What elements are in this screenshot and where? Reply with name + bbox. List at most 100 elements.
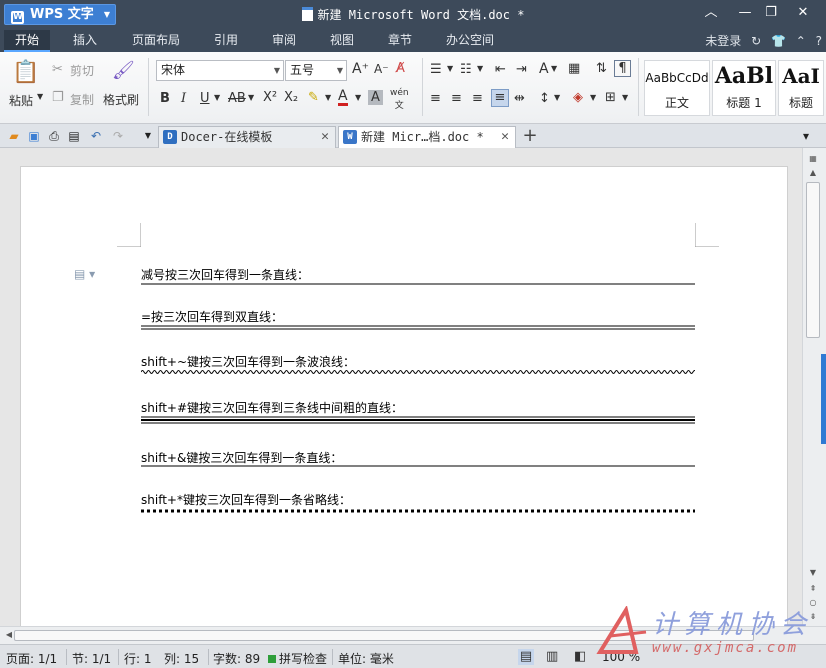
- align-left-icon[interactable]: ≡: [430, 91, 441, 106]
- tab-insert[interactable]: 插入: [62, 30, 108, 52]
- distribute-icon[interactable]: ⇹: [514, 91, 525, 106]
- bullet-list-icon[interactable]: ☰: [430, 62, 442, 77]
- tab-references[interactable]: 引用: [204, 30, 248, 52]
- status-page[interactable]: 页面: 1/1: [6, 650, 57, 667]
- tab-chapter[interactable]: 章节: [378, 30, 422, 52]
- tab-page-layout[interactable]: 页面布局: [122, 30, 190, 52]
- phonetic-icon[interactable]: wén 文: [390, 88, 409, 111]
- doc-line-1[interactable]: 减号按三次回车得到一条直线：: [141, 266, 309, 283]
- tab-review[interactable]: 审阅: [262, 30, 306, 52]
- style-title[interactable]: AaI 标题: [778, 60, 824, 116]
- underline-icon[interactable]: U: [200, 91, 210, 106]
- superscript-icon[interactable]: X²: [263, 90, 277, 105]
- numbered-dropdown-icon[interactable]: ▼: [477, 64, 483, 73]
- clear-format-icon[interactable]: A̸: [396, 61, 405, 76]
- format-painter-icon[interactable]: 🖌: [112, 60, 135, 84]
- login-link[interactable]: 未登录: [705, 32, 741, 49]
- cut-button[interactable]: 剪切: [70, 62, 94, 79]
- status-col[interactable]: 列: 15: [164, 650, 199, 667]
- tab-list-icon[interactable]: ▾: [798, 128, 814, 144]
- grow-font-icon[interactable]: A⁺: [352, 61, 369, 77]
- tab-start[interactable]: 开始: [4, 30, 50, 52]
- spell-check-button[interactable]: 拼写检查: [268, 650, 327, 667]
- split-view-icon[interactable]: ▦: [806, 154, 820, 166]
- help-button[interactable]: ?: [816, 34, 822, 48]
- table-icon[interactable]: ▦: [568, 61, 580, 76]
- status-section[interactable]: 节: 1/1: [72, 650, 111, 667]
- scroll-up-icon[interactable]: ▲: [806, 168, 820, 180]
- line-spacing-dropdown-icon[interactable]: ▼: [554, 93, 560, 102]
- increase-indent-icon[interactable]: ⇥: [516, 62, 527, 77]
- border-dropdown-icon[interactable]: ▼: [622, 93, 628, 102]
- doc-line-6[interactable]: shift+*键按三次回车得到一条省略线：: [141, 491, 351, 508]
- prev-page-icon[interactable]: ⇞: [806, 584, 820, 596]
- highlight-icon[interactable]: ✎: [308, 90, 319, 105]
- paragraph-handle-icon[interactable]: ▤ ▾: [74, 267, 95, 281]
- shirt-icon[interactable]: 👕: [771, 34, 786, 48]
- page-view-icon[interactable]: ▤: [518, 649, 534, 665]
- open-folder-icon[interactable]: ▰: [6, 128, 22, 144]
- paste-dropdown-icon[interactable]: ▼: [37, 92, 43, 101]
- shrink-font-icon[interactable]: A⁻: [374, 62, 389, 76]
- tab-office-space[interactable]: 办公空间: [436, 30, 504, 52]
- style-heading-1[interactable]: AaBl 标题 1: [712, 60, 776, 116]
- text-direction-dropdown-icon[interactable]: ▼: [551, 64, 557, 73]
- copy-button[interactable]: 复制: [70, 91, 94, 108]
- highlight-dropdown-icon[interactable]: ▼: [325, 93, 331, 102]
- tab-view[interactable]: 视图: [320, 30, 364, 52]
- status-row[interactable]: 行: 1: [124, 650, 152, 667]
- close-button[interactable]: ✕: [792, 3, 814, 23]
- line-spacing-icon[interactable]: ↕: [539, 91, 550, 106]
- align-right-icon[interactable]: ≡: [472, 91, 483, 106]
- restore-button[interactable]: ❐: [760, 3, 782, 23]
- new-tab-button[interactable]: +: [522, 127, 538, 145]
- show-marks-icon[interactable]: ¶: [614, 60, 631, 77]
- page[interactable]: ▤ ▾ 减号按三次回车得到一条直线： =按三次回车得到双直线： shift+~键…: [20, 166, 788, 626]
- vertical-scrollbar[interactable]: ▦ ▲ ▼ ⇞ ○ ⇟: [802, 148, 826, 626]
- strike-dropdown-icon[interactable]: ▼: [248, 93, 254, 102]
- font-name-select[interactable]: 宋体 ▼: [156, 60, 284, 81]
- vertical-scroll-thumb[interactable]: [806, 182, 820, 338]
- char-shading-icon[interactable]: A: [368, 90, 383, 105]
- quick-access-dropdown-icon[interactable]: ▼: [140, 128, 156, 144]
- doc-tab-current[interactable]: W 新建 Micr…档.doc * ✕: [338, 126, 516, 149]
- print-preview-icon[interactable]: ▤: [66, 128, 82, 144]
- skin-icon[interactable]: ↻: [751, 34, 761, 48]
- strikethrough-icon[interactable]: AB: [228, 91, 246, 106]
- shading-dropdown-icon[interactable]: ▼: [590, 93, 596, 102]
- line-spacing-sort-icon[interactable]: ⇅: [596, 61, 607, 76]
- status-word-count[interactable]: 字数: 89: [213, 650, 260, 667]
- justify-icon[interactable]: ≡: [491, 89, 509, 107]
- underline-dropdown-icon[interactable]: ▼: [214, 93, 220, 102]
- doc-line-4[interactable]: shift+#键按三次回车得到三条线中间粗的直线：: [141, 399, 403, 416]
- paste-icon[interactable]: 📋: [12, 60, 40, 88]
- decrease-indent-icon[interactable]: ⇤: [495, 62, 506, 77]
- align-center-icon[interactable]: ≡: [451, 91, 462, 106]
- close-tab-icon[interactable]: ✕: [321, 127, 329, 147]
- font-size-select[interactable]: 五号 ▼: [285, 60, 347, 81]
- font-color-dropdown-icon[interactable]: ▼: [355, 93, 361, 102]
- shading-icon[interactable]: ◈: [573, 90, 583, 105]
- outline-view-icon[interactable]: ▥: [546, 649, 558, 664]
- redo-icon[interactable]: ↷: [110, 128, 126, 144]
- paste-button[interactable]: 粘贴: [9, 92, 33, 109]
- font-color-icon[interactable]: A: [338, 89, 348, 106]
- scroll-down-icon[interactable]: ▼: [806, 568, 820, 580]
- doc-line-5[interactable]: shift+&键按三次回车得到一条直线：: [141, 449, 342, 466]
- subscript-icon[interactable]: X₂: [284, 90, 298, 105]
- minimize-icon-button[interactable]: —: [734, 3, 756, 23]
- border-icon[interactable]: ⊞: [605, 90, 616, 105]
- text-direction-icon[interactable]: A: [539, 61, 549, 77]
- expand-icon[interactable]: ⌃: [796, 34, 806, 48]
- web-view-icon[interactable]: ◧: [574, 649, 586, 664]
- undo-icon[interactable]: ↶: [88, 128, 104, 144]
- doc-tab-docer[interactable]: D Docer-在线模板 ✕: [158, 126, 336, 148]
- style-normal[interactable]: AaBbCcDd 正文: [644, 60, 710, 116]
- doc-line-2[interactable]: =按三次回车得到双直线：: [141, 308, 283, 325]
- numbered-list-icon[interactable]: ☷: [460, 62, 472, 77]
- bold-icon[interactable]: B: [160, 91, 170, 106]
- print-icon[interactable]: ⎙: [46, 128, 62, 144]
- minimize-button[interactable]: ︿: [700, 3, 722, 23]
- italic-icon[interactable]: I: [181, 91, 186, 106]
- save-icon[interactable]: ▣: [26, 128, 42, 144]
